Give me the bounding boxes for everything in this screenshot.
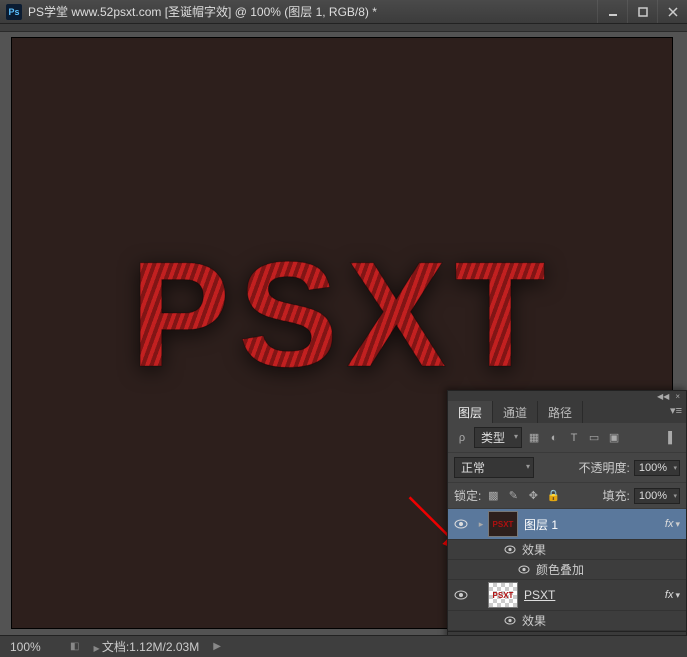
minimize-icon bbox=[608, 7, 618, 17]
tab-paths[interactable]: 路径 bbox=[538, 401, 583, 423]
lock-all-icon[interactable]: 🔒 bbox=[545, 488, 561, 504]
window-title: PS学堂 www.52psxt.com [圣诞帽字效] @ 100% (图层 1… bbox=[28, 3, 597, 20]
maximize-button[interactable] bbox=[627, 0, 657, 23]
maximize-icon bbox=[638, 7, 648, 17]
filter-toggle-icon[interactable]: ▌ bbox=[664, 430, 680, 446]
blend-mode-value: 正常 bbox=[461, 461, 485, 475]
title-bar: Ps PS学堂 www.52psxt.com [圣诞帽字效] @ 100% (图… bbox=[0, 0, 687, 24]
effect-visibility[interactable] bbox=[498, 616, 522, 625]
collapse-left-icon[interactable]: ◀◀ bbox=[657, 392, 669, 401]
close-icon bbox=[668, 7, 678, 17]
app-logo-icon: Ps bbox=[6, 4, 22, 20]
expand-toggle[interactable]: ▸ bbox=[474, 519, 488, 530]
layer-row[interactable]: PSXT PSXT fx ▾ bbox=[448, 580, 686, 611]
panel-drag-handle[interactable]: ◀◀ × bbox=[448, 391, 686, 401]
filter-type-select[interactable]: 类型▾ bbox=[474, 427, 522, 448]
effects-header-label: 效果 bbox=[522, 612, 546, 629]
layer-row[interactable]: ▸ PSXT 图层 1 fx ▾ bbox=[448, 509, 686, 540]
document-info[interactable]: 文档:1.12M/2.03M bbox=[93, 638, 199, 655]
window-controls bbox=[597, 0, 687, 23]
adjustment-filter-icon[interactable]: ◐ bbox=[546, 430, 562, 446]
effect-item-row[interactable]: 颜色叠加 bbox=[448, 560, 686, 580]
minimize-button[interactable] bbox=[597, 0, 627, 23]
fill-input[interactable]: 100%▾ bbox=[634, 488, 680, 504]
lock-move-icon[interactable]: ✥ bbox=[525, 488, 541, 504]
type-filter-icon[interactable]: T bbox=[566, 430, 582, 446]
layers-list: ▸ PSXT 图层 1 fx ▾ 效果 颜色叠加 PSXT PSXT fx ▾ … bbox=[448, 509, 686, 631]
opacity-value: 100% bbox=[639, 462, 667, 474]
panel-close-icon[interactable]: × bbox=[675, 392, 680, 401]
toolbar-spacer bbox=[0, 24, 687, 32]
effect-name: 颜色叠加 bbox=[536, 561, 584, 578]
effect-visibility[interactable] bbox=[512, 565, 536, 574]
blend-row: 正常▾ 不透明度: 100%▾ bbox=[448, 453, 686, 483]
filter-row: ρ 类型▾ ▦ ◐ T ▭ ▣ ▌ bbox=[448, 423, 686, 453]
opacity-input[interactable]: 100%▾ bbox=[634, 460, 680, 476]
layer-thumbnail[interactable]: PSXT bbox=[488, 582, 518, 608]
visibility-toggle[interactable] bbox=[448, 519, 474, 529]
zoom-level[interactable]: 100% bbox=[10, 640, 56, 654]
fx-expand-icon[interactable]: ▾ bbox=[675, 590, 680, 601]
layer-name[interactable]: PSXT bbox=[524, 588, 665, 602]
tab-channels[interactable]: 通道 bbox=[493, 401, 538, 423]
fx-badge[interactable]: fx bbox=[665, 589, 674, 601]
blend-mode-select[interactable]: 正常▾ bbox=[454, 457, 534, 478]
effects-header-row[interactable]: 效果 bbox=[448, 540, 686, 560]
eye-icon bbox=[454, 519, 468, 529]
lock-row: 锁定: ▩ ✎ ✥ 🔒 填充: 100%▾ bbox=[448, 483, 686, 509]
panel-menu-icon[interactable]: ▾≡ bbox=[670, 404, 682, 417]
smart-filter-icon[interactable]: ▣ bbox=[606, 430, 622, 446]
fill-value: 100% bbox=[639, 490, 667, 502]
visibility-toggle[interactable] bbox=[448, 590, 474, 600]
eye-icon bbox=[454, 590, 468, 600]
fx-expand-icon[interactable]: ▾ bbox=[675, 519, 680, 530]
lock-pixels-icon[interactable]: ▩ bbox=[485, 488, 501, 504]
layer-name[interactable]: 图层 1 bbox=[524, 516, 665, 533]
layers-panel: ◀◀ × 图层 通道 路径 ▾≡ ρ 类型▾ ▦ ◐ T ▭ ▣ ▌ 正常▾ 不… bbox=[447, 390, 687, 657]
tab-layers[interactable]: 图层 bbox=[448, 401, 493, 423]
effect-visibility[interactable] bbox=[498, 545, 522, 554]
image-filter-icon[interactable]: ▦ bbox=[526, 430, 542, 446]
effects-header-row[interactable]: 效果 bbox=[448, 611, 686, 631]
panel-tabs: 图层 通道 路径 ▾≡ bbox=[448, 401, 686, 423]
filter-kind-icon[interactable]: ρ bbox=[454, 430, 470, 446]
opacity-label: 不透明度: bbox=[579, 459, 630, 476]
filter-type-label: 类型 bbox=[481, 431, 505, 445]
close-button[interactable] bbox=[657, 0, 687, 23]
effects-header-label: 效果 bbox=[522, 541, 546, 558]
canvas-text-effect-highlight: PSXT bbox=[12, 228, 672, 401]
layer-thumbnail[interactable]: PSXT bbox=[488, 511, 518, 537]
shape-filter-icon[interactable]: ▭ bbox=[586, 430, 602, 446]
lock-label: 锁定: bbox=[454, 487, 481, 504]
lock-position-icon[interactable]: ✎ bbox=[505, 488, 521, 504]
fx-badge[interactable]: fx bbox=[665, 518, 674, 530]
status-expand-icon[interactable]: ▶ bbox=[213, 641, 221, 652]
fill-label: 填充: bbox=[603, 487, 630, 504]
status-bar: 100% ◧ 文档:1.12M/2.03M ▶ bbox=[0, 635, 687, 657]
status-icon[interactable]: ◧ bbox=[70, 641, 79, 652]
